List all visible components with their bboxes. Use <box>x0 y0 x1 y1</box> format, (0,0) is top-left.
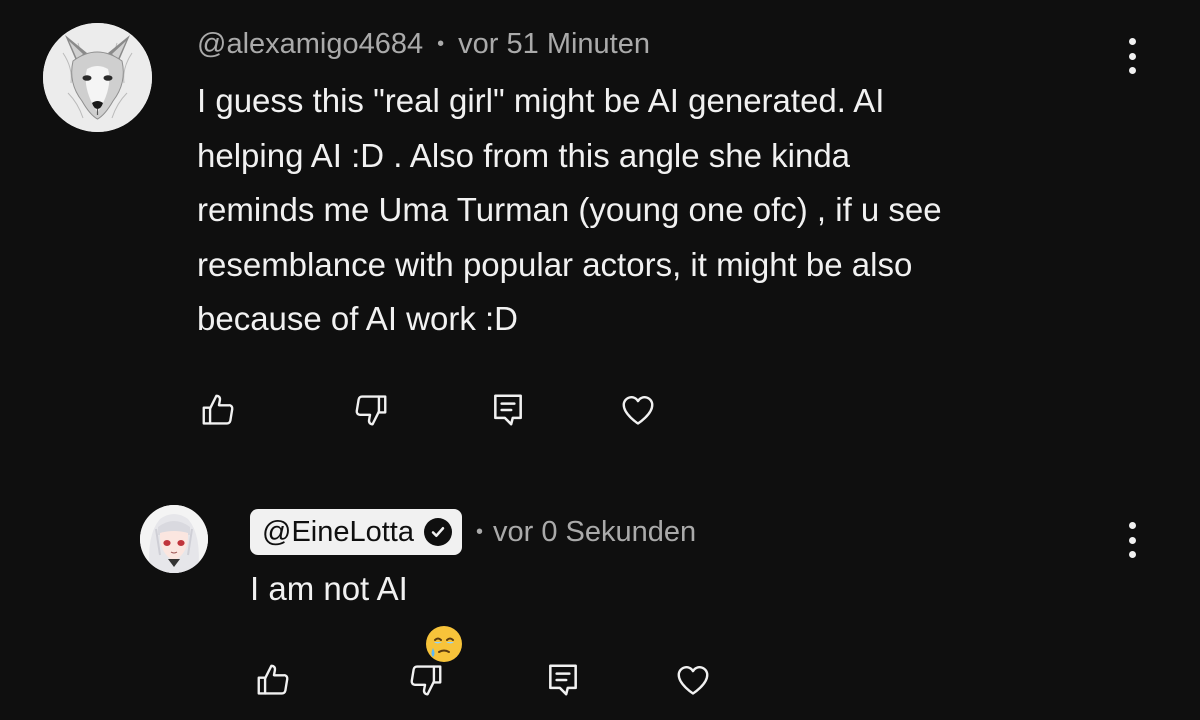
comment-text-row: I am not AI <box>250 562 950 662</box>
like-icon <box>202 394 234 425</box>
dislike-icon <box>355 395 387 426</box>
heart-button[interactable] <box>673 660 713 700</box>
creator-handle-badge[interactable]: @EineLotta <box>250 509 462 555</box>
menu-dot-icon <box>1128 536 1136 544</box>
dislike-icon <box>410 665 442 696</box>
menu-dot-icon <box>1128 38 1136 45</box>
verified-check-icon <box>423 518 452 546</box>
avatar[interactable] <box>140 505 208 573</box>
heart-icon <box>622 396 654 425</box>
comment-thread: @alexamigo4684 • vor 51 Minuten I guess … <box>0 0 1200 480</box>
comment-timestamp[interactable]: vor 0 Sekunden <box>493 516 696 549</box>
heart-icon <box>677 666 709 695</box>
separator-dot: • <box>475 520 483 543</box>
more-options-button[interactable] <box>1117 520 1147 560</box>
menu-dot-icon <box>1128 551 1136 558</box>
comment-meta: @EineLotta • vor 0 Sekunden <box>250 508 696 556</box>
author-handle[interactable]: @alexamigo4684 <box>197 28 423 61</box>
separator-dot: • <box>437 32 445 55</box>
menu-dot-icon <box>1128 522 1136 529</box>
dislike-button[interactable] <box>351 390 391 430</box>
anime-girl-avatar-icon <box>140 505 208 573</box>
comments-panel: @alexamigo4684 • vor 51 Minuten I guess … <box>0 0 1200 720</box>
avatar[interactable] <box>43 23 152 132</box>
comment-meta: @alexamigo4684 • vor 51 Minuten <box>197 22 650 66</box>
reply-thread: @EineLotta • vor 0 Sekunden I am not AI <box>0 490 1200 720</box>
reply-button[interactable] <box>488 390 528 430</box>
wolf-avatar-icon <box>43 23 152 132</box>
face-holding-back-tears-icon <box>424 569 464 662</box>
reply-button[interactable] <box>543 660 583 700</box>
comment-text: I guess this "real girl" might be AI gen… <box>197 82 942 337</box>
more-options-button[interactable] <box>1117 36 1147 76</box>
like-button[interactable] <box>253 660 293 700</box>
menu-dot-icon <box>1128 67 1136 74</box>
reply-icon <box>549 664 577 696</box>
comment-text: I am not AI <box>250 570 408 607</box>
like-button[interactable] <box>198 390 238 430</box>
author-handle: @EineLotta <box>262 515 414 548</box>
menu-dot-icon <box>1128 52 1136 60</box>
heart-button[interactable] <box>618 390 658 430</box>
comment-timestamp[interactable]: vor 51 Minuten <box>458 28 650 61</box>
dislike-button[interactable] <box>406 660 446 700</box>
like-icon <box>257 664 289 695</box>
reply-icon <box>494 394 522 426</box>
